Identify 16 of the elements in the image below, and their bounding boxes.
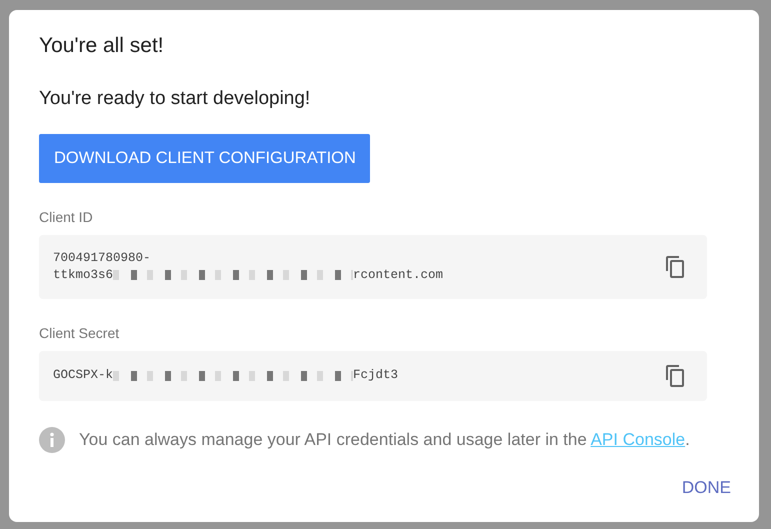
field-label: Client Secret [39,324,120,343]
done-button[interactable]: DONE [682,474,731,500]
info-note: You can always manage your API credentials and usage later in the API Console. [79,428,690,451]
dialog-title: You're all set! [39,33,165,59]
field-label: Client ID [39,208,94,227]
credential-text: rcontent.com [353,266,444,283]
api-console-link[interactable]: API Console [590,430,686,449]
subtitle: You're ready to start developing! [39,87,312,112]
credential-text: ttkmo3s6 [53,266,114,283]
credential-text: 700491780980- [53,250,151,267]
info-icon [39,426,65,453]
copy-icon[interactable] [665,255,685,278]
download-button[interactable]: DOWNLOAD CLIENT CONFIGURATION [39,134,370,183]
credential-text: Fcjdt3 [353,367,398,384]
credential-text: GOCSPX-k [53,367,114,384]
copy-icon[interactable] [665,364,685,388]
